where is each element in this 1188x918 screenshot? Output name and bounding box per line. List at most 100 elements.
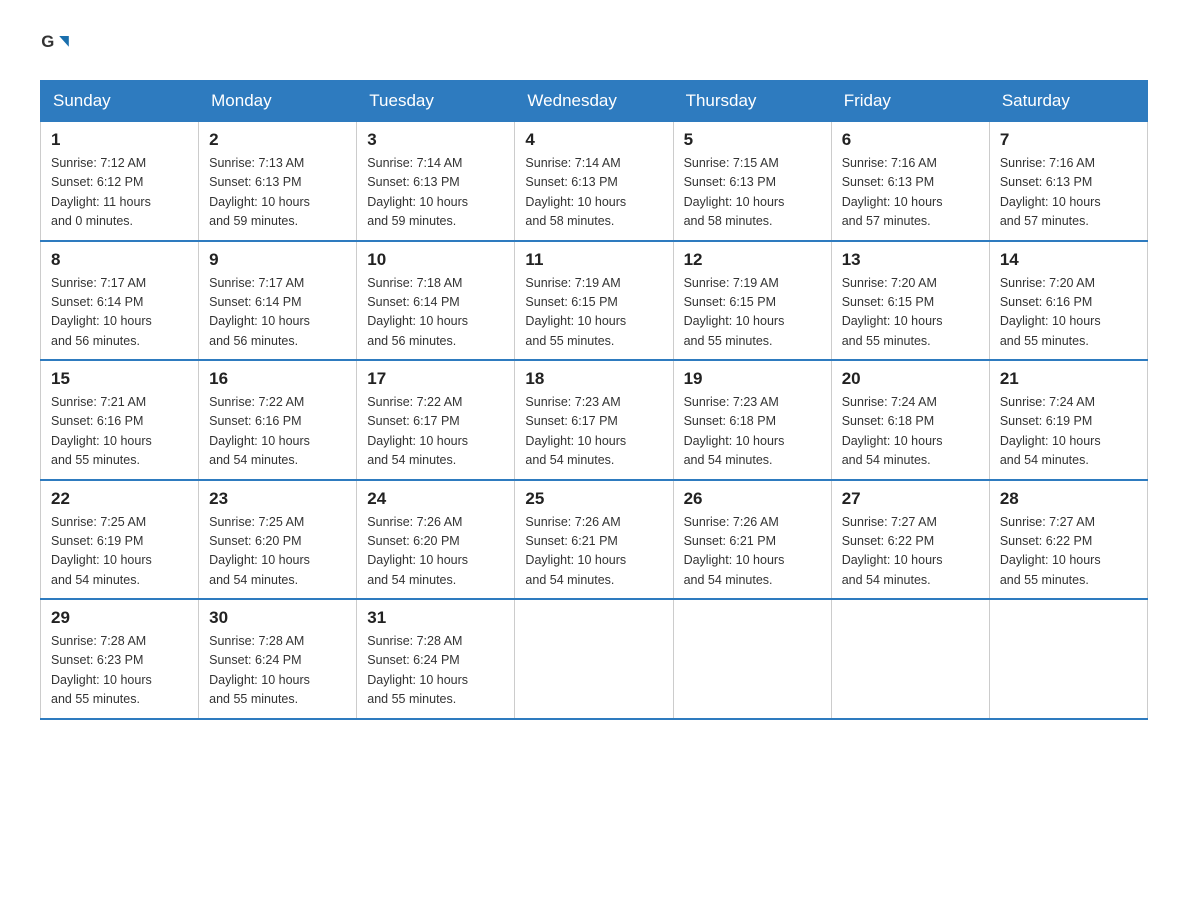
calendar-cell: 31 Sunrise: 7:28 AM Sunset: 6:24 PM Dayl… — [357, 599, 515, 719]
calendar-cell — [673, 599, 831, 719]
day-number: 31 — [367, 608, 504, 628]
calendar-cell: 27 Sunrise: 7:27 AM Sunset: 6:22 PM Dayl… — [831, 480, 989, 600]
day-info: Sunrise: 7:20 AM Sunset: 6:15 PM Dayligh… — [842, 274, 979, 352]
day-info: Sunrise: 7:28 AM Sunset: 6:24 PM Dayligh… — [367, 632, 504, 710]
calendar-cell: 25 Sunrise: 7:26 AM Sunset: 6:21 PM Dayl… — [515, 480, 673, 600]
day-number: 6 — [842, 130, 979, 150]
day-info: Sunrise: 7:17 AM Sunset: 6:14 PM Dayligh… — [51, 274, 188, 352]
calendar-cell: 19 Sunrise: 7:23 AM Sunset: 6:18 PM Dayl… — [673, 360, 831, 480]
calendar-cell: 3 Sunrise: 7:14 AM Sunset: 6:13 PM Dayli… — [357, 122, 515, 241]
day-info: Sunrise: 7:27 AM Sunset: 6:22 PM Dayligh… — [1000, 513, 1137, 591]
calendar-cell: 16 Sunrise: 7:22 AM Sunset: 6:16 PM Dayl… — [199, 360, 357, 480]
day-info: Sunrise: 7:14 AM Sunset: 6:13 PM Dayligh… — [525, 154, 662, 232]
day-info: Sunrise: 7:13 AM Sunset: 6:13 PM Dayligh… — [209, 154, 346, 232]
day-number: 21 — [1000, 369, 1137, 389]
header-day-saturday: Saturday — [989, 81, 1147, 122]
header-day-tuesday: Tuesday — [357, 81, 515, 122]
week-row-2: 8 Sunrise: 7:17 AM Sunset: 6:14 PM Dayli… — [41, 241, 1148, 361]
day-number: 13 — [842, 250, 979, 270]
header-day-sunday: Sunday — [41, 81, 199, 122]
calendar-table: SundayMondayTuesdayWednesdayThursdayFrid… — [40, 80, 1148, 720]
calendar-cell: 9 Sunrise: 7:17 AM Sunset: 6:14 PM Dayli… — [199, 241, 357, 361]
day-number: 17 — [367, 369, 504, 389]
day-number: 25 — [525, 489, 662, 509]
day-info: Sunrise: 7:21 AM Sunset: 6:16 PM Dayligh… — [51, 393, 188, 471]
calendar-cell: 30 Sunrise: 7:28 AM Sunset: 6:24 PM Dayl… — [199, 599, 357, 719]
calendar-cell: 12 Sunrise: 7:19 AM Sunset: 6:15 PM Dayl… — [673, 241, 831, 361]
calendar-cell: 24 Sunrise: 7:26 AM Sunset: 6:20 PM Dayl… — [357, 480, 515, 600]
day-info: Sunrise: 7:14 AM Sunset: 6:13 PM Dayligh… — [367, 154, 504, 232]
day-number: 15 — [51, 369, 188, 389]
calendar-cell — [831, 599, 989, 719]
calendar-cell: 20 Sunrise: 7:24 AM Sunset: 6:18 PM Dayl… — [831, 360, 989, 480]
calendar-cell: 5 Sunrise: 7:15 AM Sunset: 6:13 PM Dayli… — [673, 122, 831, 241]
day-info: Sunrise: 7:17 AM Sunset: 6:14 PM Dayligh… — [209, 274, 346, 352]
logo: G — [40, 30, 74, 60]
day-number: 4 — [525, 130, 662, 150]
day-info: Sunrise: 7:16 AM Sunset: 6:13 PM Dayligh… — [1000, 154, 1137, 232]
day-info: Sunrise: 7:15 AM Sunset: 6:13 PM Dayligh… — [684, 154, 821, 232]
week-row-3: 15 Sunrise: 7:21 AM Sunset: 6:16 PM Dayl… — [41, 360, 1148, 480]
day-number: 27 — [842, 489, 979, 509]
day-info: Sunrise: 7:19 AM Sunset: 6:15 PM Dayligh… — [684, 274, 821, 352]
calendar-body: 1 Sunrise: 7:12 AM Sunset: 6:12 PM Dayli… — [41, 122, 1148, 719]
day-number: 18 — [525, 369, 662, 389]
calendar-cell — [989, 599, 1147, 719]
day-info: Sunrise: 7:23 AM Sunset: 6:18 PM Dayligh… — [684, 393, 821, 471]
calendar-cell: 6 Sunrise: 7:16 AM Sunset: 6:13 PM Dayli… — [831, 122, 989, 241]
day-number: 14 — [1000, 250, 1137, 270]
day-info: Sunrise: 7:28 AM Sunset: 6:24 PM Dayligh… — [209, 632, 346, 710]
week-row-5: 29 Sunrise: 7:28 AM Sunset: 6:23 PM Dayl… — [41, 599, 1148, 719]
calendar-cell: 21 Sunrise: 7:24 AM Sunset: 6:19 PM Dayl… — [989, 360, 1147, 480]
calendar-cell: 29 Sunrise: 7:28 AM Sunset: 6:23 PM Dayl… — [41, 599, 199, 719]
calendar-cell: 8 Sunrise: 7:17 AM Sunset: 6:14 PM Dayli… — [41, 241, 199, 361]
day-number: 10 — [367, 250, 504, 270]
header-row: SundayMondayTuesdayWednesdayThursdayFrid… — [41, 81, 1148, 122]
day-number: 16 — [209, 369, 346, 389]
calendar-cell: 13 Sunrise: 7:20 AM Sunset: 6:15 PM Dayl… — [831, 241, 989, 361]
header-day-thursday: Thursday — [673, 81, 831, 122]
day-info: Sunrise: 7:16 AM Sunset: 6:13 PM Dayligh… — [842, 154, 979, 232]
calendar-cell: 4 Sunrise: 7:14 AM Sunset: 6:13 PM Dayli… — [515, 122, 673, 241]
header-day-friday: Friday — [831, 81, 989, 122]
day-info: Sunrise: 7:24 AM Sunset: 6:19 PM Dayligh… — [1000, 393, 1137, 471]
day-number: 11 — [525, 250, 662, 270]
day-number: 24 — [367, 489, 504, 509]
day-info: Sunrise: 7:12 AM Sunset: 6:12 PM Dayligh… — [51, 154, 188, 232]
day-info: Sunrise: 7:18 AM Sunset: 6:14 PM Dayligh… — [367, 274, 504, 352]
week-row-4: 22 Sunrise: 7:25 AM Sunset: 6:19 PM Dayl… — [41, 480, 1148, 600]
day-info: Sunrise: 7:22 AM Sunset: 6:17 PM Dayligh… — [367, 393, 504, 471]
day-number: 28 — [1000, 489, 1137, 509]
calendar-cell: 1 Sunrise: 7:12 AM Sunset: 6:12 PM Dayli… — [41, 122, 199, 241]
day-info: Sunrise: 7:26 AM Sunset: 6:21 PM Dayligh… — [525, 513, 662, 591]
day-number: 3 — [367, 130, 504, 150]
calendar-header: SundayMondayTuesdayWednesdayThursdayFrid… — [41, 81, 1148, 122]
day-info: Sunrise: 7:25 AM Sunset: 6:20 PM Dayligh… — [209, 513, 346, 591]
day-info: Sunrise: 7:24 AM Sunset: 6:18 PM Dayligh… — [842, 393, 979, 471]
day-number: 23 — [209, 489, 346, 509]
calendar-cell: 2 Sunrise: 7:13 AM Sunset: 6:13 PM Dayli… — [199, 122, 357, 241]
day-number: 20 — [842, 369, 979, 389]
day-number: 8 — [51, 250, 188, 270]
calendar-cell: 7 Sunrise: 7:16 AM Sunset: 6:13 PM Dayli… — [989, 122, 1147, 241]
day-info: Sunrise: 7:25 AM Sunset: 6:19 PM Dayligh… — [51, 513, 188, 591]
day-number: 22 — [51, 489, 188, 509]
calendar-cell — [515, 599, 673, 719]
day-number: 30 — [209, 608, 346, 628]
calendar-cell: 26 Sunrise: 7:26 AM Sunset: 6:21 PM Dayl… — [673, 480, 831, 600]
day-number: 1 — [51, 130, 188, 150]
day-info: Sunrise: 7:19 AM Sunset: 6:15 PM Dayligh… — [525, 274, 662, 352]
header-day-monday: Monday — [199, 81, 357, 122]
calendar-cell: 17 Sunrise: 7:22 AM Sunset: 6:17 PM Dayl… — [357, 360, 515, 480]
logo-icon: G — [40, 30, 70, 60]
calendar-cell: 10 Sunrise: 7:18 AM Sunset: 6:14 PM Dayl… — [357, 241, 515, 361]
day-info: Sunrise: 7:26 AM Sunset: 6:20 PM Dayligh… — [367, 513, 504, 591]
week-row-1: 1 Sunrise: 7:12 AM Sunset: 6:12 PM Dayli… — [41, 122, 1148, 241]
day-info: Sunrise: 7:26 AM Sunset: 6:21 PM Dayligh… — [684, 513, 821, 591]
calendar-cell: 11 Sunrise: 7:19 AM Sunset: 6:15 PM Dayl… — [515, 241, 673, 361]
calendar-cell: 23 Sunrise: 7:25 AM Sunset: 6:20 PM Dayl… — [199, 480, 357, 600]
day-number: 19 — [684, 369, 821, 389]
day-info: Sunrise: 7:20 AM Sunset: 6:16 PM Dayligh… — [1000, 274, 1137, 352]
page-header: G — [40, 30, 1148, 60]
day-info: Sunrise: 7:27 AM Sunset: 6:22 PM Dayligh… — [842, 513, 979, 591]
